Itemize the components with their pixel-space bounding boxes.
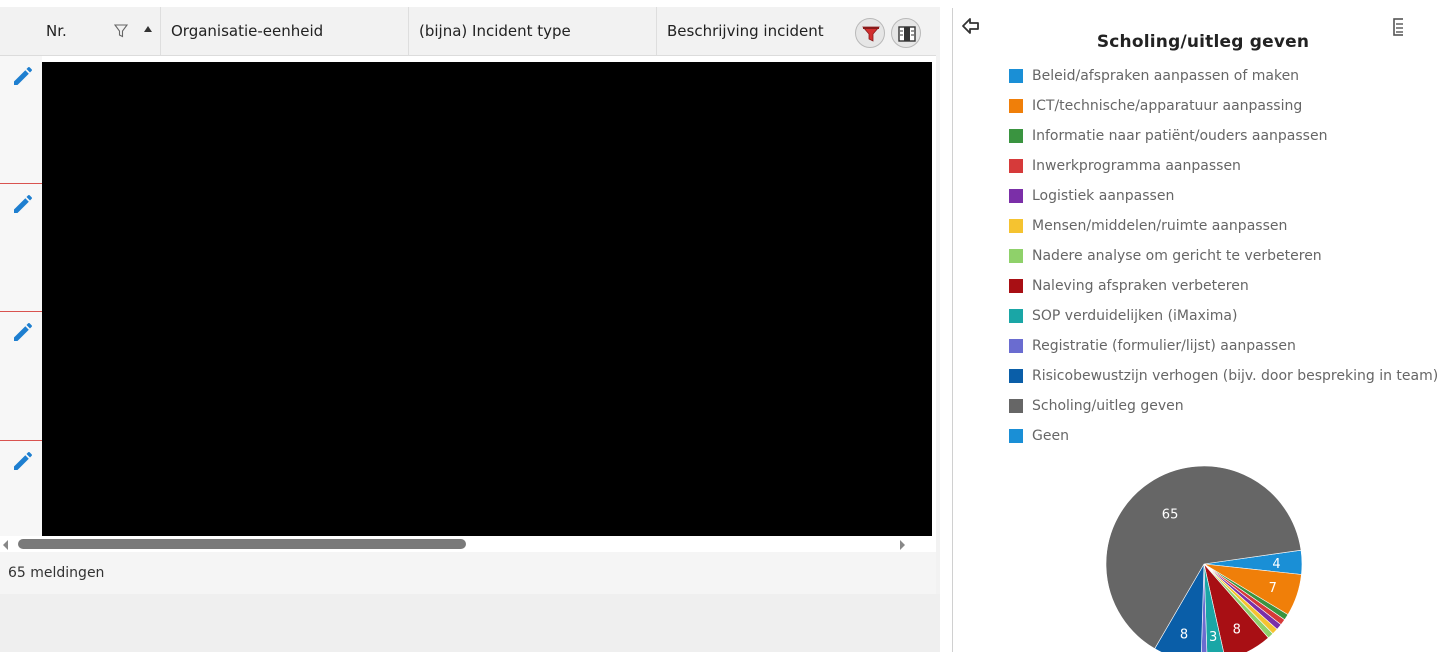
grid-body xyxy=(0,56,936,537)
legend-label: Informatie naar patiënt/ouders aanpassen xyxy=(1032,128,1328,144)
column-header-nr-label: Nr. xyxy=(46,22,67,40)
legend-swatch xyxy=(1009,249,1023,263)
pie-chart: 4 7 8 3 8 65 xyxy=(1099,456,1309,652)
grid-footer: 65 meldingen xyxy=(0,552,936,594)
filter-button[interactable] xyxy=(855,18,885,48)
pie-chart-svg: 4 7 8 3 8 65 xyxy=(1105,465,1303,652)
chart-panel: Scholing/uitleg geven Beleid/afspraken a… xyxy=(953,8,1438,652)
legend-swatch xyxy=(1009,129,1023,143)
horizontal-scrollbar[interactable] xyxy=(0,536,936,552)
legend-swatch xyxy=(1009,339,1023,353)
scroll-right-arrow-icon[interactable] xyxy=(900,540,905,550)
legend-label: Risicobewustzijn verhogen (bijv. door be… xyxy=(1032,368,1439,384)
legend-label: ICT/technische/apparatuur aanpassing xyxy=(1032,98,1303,114)
edit-pencil-icon[interactable] xyxy=(11,320,35,344)
record-count: 65 meldingen xyxy=(8,565,105,581)
legend-swatch xyxy=(1009,219,1023,233)
legend-swatch xyxy=(1009,399,1023,413)
legend-label: Registratie (formulier/lijst) aanpassen xyxy=(1032,338,1296,354)
legend-swatch xyxy=(1009,429,1023,443)
redacted-rows-area xyxy=(42,62,932,537)
scroll-left-arrow-icon[interactable] xyxy=(3,540,8,550)
columns-icon xyxy=(898,26,916,42)
edit-pencil-icon[interactable] xyxy=(11,64,35,88)
pie-data-label: 4 xyxy=(1272,557,1280,572)
column-header-beschrijving-label: Beschrijving incident xyxy=(667,22,824,40)
legend-swatch xyxy=(1009,279,1023,293)
legend-label: Naleving afspraken verbeteren xyxy=(1032,278,1249,294)
sort-ascending-icon[interactable] xyxy=(144,26,152,32)
filter-funnel-icon xyxy=(862,26,880,42)
edit-pencil-icon[interactable] xyxy=(11,192,35,216)
pie-data-label: 8 xyxy=(1233,623,1241,638)
legend-swatch xyxy=(1009,99,1023,113)
pie-data-label: 65 xyxy=(1162,508,1179,523)
column-header-organisatie[interactable]: Organisatie-eenheid xyxy=(160,7,408,55)
column-header-beschrijving[interactable]: Beschrijving incident xyxy=(656,7,856,55)
row-separator xyxy=(0,183,42,184)
legend-label: Mensen/middelen/ruimte aanpassen xyxy=(1032,218,1288,234)
legend-swatch xyxy=(1009,159,1023,173)
pie-data-label: 3 xyxy=(1209,630,1217,645)
row-separator xyxy=(0,311,42,312)
legend-label: Logistiek aanpassen xyxy=(1032,188,1175,204)
legend-swatch xyxy=(1009,369,1023,383)
column-chooser-button[interactable] xyxy=(891,18,921,48)
column-header-incident-type[interactable]: (bijna) Incident type xyxy=(408,7,656,55)
column-header-incident-type-label: (bijna) Incident type xyxy=(419,22,571,40)
legend-label: Nadere analyse om gericht te verbeteren xyxy=(1032,248,1322,264)
grid-header: Nr. Organisatie-eenheid (bijna) Incident… xyxy=(0,7,936,56)
pie-data-label: 8 xyxy=(1180,628,1188,643)
legend-label: Scholing/uitleg geven xyxy=(1032,398,1184,414)
legend-swatch xyxy=(1009,189,1023,203)
pie-data-label: 7 xyxy=(1269,581,1277,596)
legend-swatch xyxy=(1009,69,1023,83)
scrollbar-thumb[interactable] xyxy=(18,539,466,549)
grid-bottom-area xyxy=(0,594,940,652)
legend-label: Geen xyxy=(1032,428,1069,444)
column-header-nr[interactable]: Nr. xyxy=(0,7,160,55)
incident-grid-panel: Nr. Organisatie-eenheid (bijna) Incident… xyxy=(0,0,940,652)
app-root: Nr. Organisatie-eenheid (bijna) Incident… xyxy=(0,0,1452,652)
grid-top-strip xyxy=(0,0,940,7)
row-separator xyxy=(0,440,42,441)
legend-swatch xyxy=(1009,309,1023,323)
filter-outline-icon[interactable] xyxy=(114,24,128,38)
chart-title: Scholing/uitleg geven xyxy=(1096,32,1310,52)
legend-label: SOP verduidelijken (iMaxima) xyxy=(1032,308,1238,324)
legend-label: Beleid/afspraken aanpassen of maken xyxy=(1032,68,1300,84)
column-header-organisatie-label: Organisatie-eenheid xyxy=(171,22,324,40)
legend-label: Inwerkprogramma aanpassen xyxy=(1032,158,1241,174)
edit-pencil-icon[interactable] xyxy=(11,449,35,473)
